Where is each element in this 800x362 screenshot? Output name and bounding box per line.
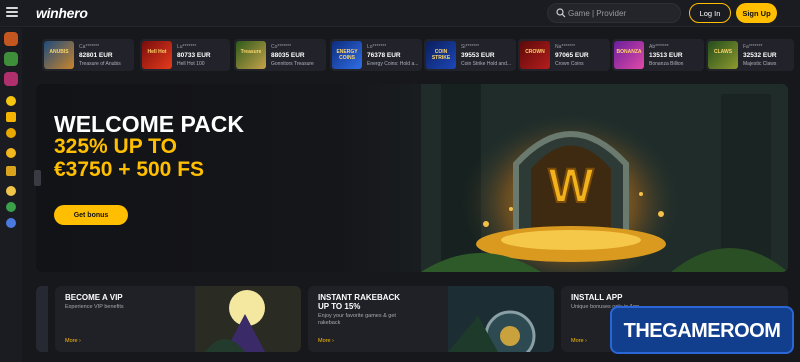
win-user: Lu******* xyxy=(177,44,197,50)
sidebar xyxy=(0,28,22,362)
sidebar-item-vip[interactable] xyxy=(6,166,16,176)
promo-card-vip[interactable]: BECOME A VIP Experience VIP benefits Mor… xyxy=(55,286,301,352)
svg-text:W: W xyxy=(548,160,594,213)
promo-desc: Experience VIP benefits xyxy=(65,304,124,310)
win-card[interactable]: ENERGY COINS Lo******* 76378 EUR Energy … xyxy=(330,39,422,71)
win-user: Si******* xyxy=(461,44,480,50)
sidebar-item-app[interactable] xyxy=(6,218,16,228)
win-card[interactable]: BONANZA Ab******* 13513 EUR Bonanza Bill… xyxy=(612,39,704,71)
win-game: Hell Hot 100 xyxy=(177,61,205,67)
win-game: Coin Strike Hold and... xyxy=(461,61,512,67)
promo-card-rakeback[interactable]: INSTANT RAKEBACK UP TO 15% Enjoy your fa… xyxy=(308,286,554,352)
game-thumbnail: Treasure xyxy=(236,41,266,69)
win-user: Co******* xyxy=(271,44,292,50)
win-card[interactable]: Hell Hot Lu******* 80733 EUR Hell Hot 10… xyxy=(140,39,230,71)
win-user: Ca******* xyxy=(79,44,100,50)
promo-title: INSTANT RAKEBACK UP TO 15% xyxy=(318,293,401,311)
sidebar-item-new[interactable] xyxy=(6,148,16,158)
game-thumbnail: CROWN xyxy=(520,41,550,69)
win-card[interactable]: Treasure Co******* 88035 EUR Gonnitors T… xyxy=(234,39,326,71)
promo-more-link[interactable]: More › xyxy=(571,338,587,344)
win-card[interactable]: CROWN Na******* 97065 EUR Crown Coins xyxy=(518,39,610,71)
vip-illustration xyxy=(195,286,301,352)
game-thumbnail: BONANZA xyxy=(614,41,644,69)
win-amount: 39553 EUR xyxy=(461,52,495,59)
promo-more-link[interactable]: More › xyxy=(65,338,81,344)
game-thumbnail: COIN STRIKE xyxy=(426,41,456,69)
banner-prev-arrow-icon[interactable] xyxy=(34,170,41,186)
win-card[interactable]: CLAWS Fa******* 32532 EUR Majestic Claws xyxy=(706,39,794,71)
win-user: Lo******* xyxy=(367,44,387,50)
banner-illustration: W xyxy=(421,84,788,272)
win-amount: 76378 EUR xyxy=(367,52,401,59)
banner-title: WELCOME PACK xyxy=(54,111,244,137)
win-game: Gonnitors Treasure xyxy=(271,61,314,67)
promo-more-link[interactable]: More › xyxy=(318,338,334,344)
game-thumbnail: ANUBIS xyxy=(44,41,74,69)
promo-desc: Enjoy your favorite games & get rakeback xyxy=(318,313,396,326)
win-amount: 80733 EUR xyxy=(177,52,211,59)
game-thumbnail: ENERGY COINS xyxy=(332,41,362,69)
game-thumbnail: CLAWS xyxy=(708,41,738,69)
banner-offer-line2: €3750 + 500 FS xyxy=(54,158,205,181)
win-game: Treasure of Anubis xyxy=(79,61,121,67)
sidebar-item-live[interactable] xyxy=(4,72,18,86)
hamburger-menu-icon[interactable] xyxy=(6,7,18,17)
get-bonus-button[interactable]: Get bonus xyxy=(54,205,128,225)
win-game: Energy Coins: Hold a... xyxy=(367,61,419,67)
site-logo[interactable]: winhero xyxy=(36,5,88,21)
login-button[interactable]: Log In xyxy=(689,3,731,23)
win-card[interactable]: COIN STRIKE Si******* 39553 EUR Coin Str… xyxy=(424,39,516,71)
win-amount: 32532 EUR xyxy=(743,52,777,59)
top-bar: winhero Log In Sign Up xyxy=(0,0,800,27)
win-amount: 88035 EUR xyxy=(271,52,305,59)
win-amount: 13513 EUR xyxy=(649,52,683,59)
win-user: Na******* xyxy=(555,44,576,50)
thegameroom-watermark-logo: THEGAMEROOM xyxy=(610,306,794,354)
promo-title: INSTALL APP xyxy=(571,293,623,302)
search-input[interactable] xyxy=(568,6,676,20)
signup-button[interactable]: Sign Up xyxy=(736,3,777,23)
sidebar-item-support[interactable] xyxy=(6,186,16,196)
win-user: Ab******* xyxy=(649,44,669,50)
win-game: Bonanza Billion xyxy=(649,61,684,67)
search-icon xyxy=(556,8,566,18)
search-box[interactable] xyxy=(547,3,681,23)
rakeback-illustration xyxy=(448,286,554,352)
sidebar-item-sports[interactable] xyxy=(4,52,18,66)
game-thumbnail: Hell Hot xyxy=(142,41,172,69)
sidebar-item-casino[interactable] xyxy=(4,32,18,46)
sidebar-item-promotions[interactable] xyxy=(6,96,16,106)
banner-offer-line1: 325% UP TO xyxy=(54,135,177,158)
win-card[interactable]: ANUBIS Ca******* 82801 EUR Treasure of A… xyxy=(42,39,134,71)
win-user: Fa******* xyxy=(743,44,763,50)
win-amount: 82801 EUR xyxy=(79,52,113,59)
recent-wins-strip: ANUBIS Ca******* 82801 EUR Treasure of A… xyxy=(36,36,796,74)
win-game: Crown Coins xyxy=(555,61,584,67)
sidebar-item-lang[interactable] xyxy=(6,202,16,212)
win-amount: 97065 EUR xyxy=(555,52,589,59)
promo-prev-card[interactable] xyxy=(36,286,48,352)
win-game: Majestic Claws xyxy=(743,61,777,67)
welcome-banner: W WELCOME PACK 325% UP TO €3750 + 500 FS… xyxy=(36,84,788,272)
sidebar-item-tournaments[interactable] xyxy=(6,112,16,122)
sidebar-item-bonus[interactable] xyxy=(6,128,16,138)
promo-title: BECOME A VIP xyxy=(65,293,123,302)
